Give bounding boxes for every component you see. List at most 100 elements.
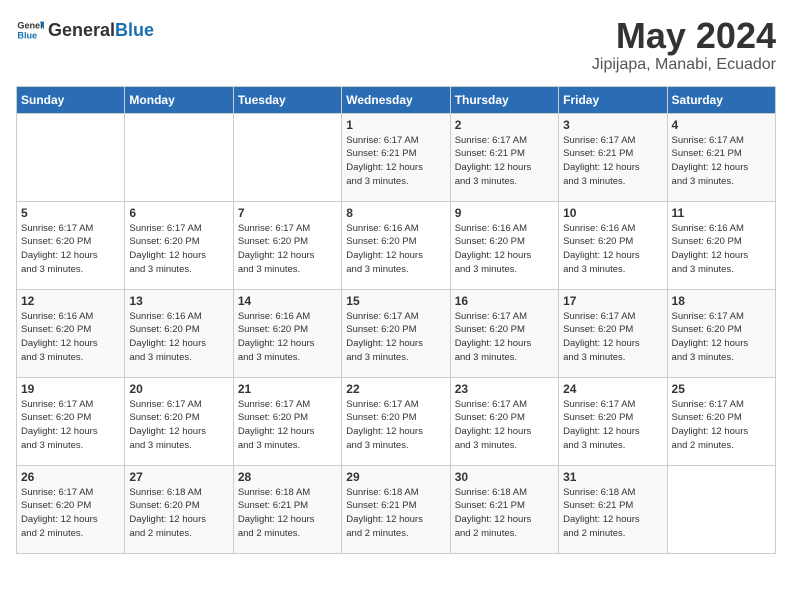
day-info: Sunrise: 6:17 AM Sunset: 6:20 PM Dayligh…	[563, 310, 662, 365]
calendar-cell: 29 Sunrise: 6:18 AM Sunset: 6:21 PM Dayli…	[342, 465, 450, 553]
svg-text:Blue: Blue	[17, 30, 37, 40]
calendar-table: SundayMondayTuesdayWednesdayThursdayFrid…	[16, 86, 776, 554]
calendar-cell: 15 Sunrise: 6:17 AM Sunset: 6:20 PM Dayli…	[342, 289, 450, 377]
calendar-cell: 25 Sunrise: 6:17 AM Sunset: 6:20 PM Dayli…	[667, 377, 775, 465]
calendar-week-5: 26 Sunrise: 6:17 AM Sunset: 6:20 PM Dayli…	[17, 465, 776, 553]
calendar-cell: 13Sunrise: 6:16 AM Sunset: 6:20 PM Dayli…	[125, 289, 233, 377]
day-number: 14	[238, 294, 337, 308]
logo-blue-text: Blue	[115, 20, 154, 41]
calendar-cell: 9Sunrise: 6:16 AM Sunset: 6:20 PM Daylig…	[450, 201, 558, 289]
calendar-cell	[667, 465, 775, 553]
calendar-cell: 2 Sunrise: 6:17 AM Sunset: 6:21 PM Daylig…	[450, 113, 558, 201]
day-info: Sunrise: 6:18 AM Sunset: 6:21 PM Dayligh…	[346, 486, 445, 541]
calendar-cell: 18Sunrise: 6:17 AM Sunset: 6:20 PM Dayli…	[667, 289, 775, 377]
calendar-cell	[125, 113, 233, 201]
day-number: 20	[129, 382, 228, 396]
calendar-cell: 26 Sunrise: 6:17 AM Sunset: 6:20 PM Dayli…	[17, 465, 125, 553]
calendar-header-row: SundayMondayTuesdayWednesdayThursdayFrid…	[17, 86, 776, 113]
day-info: Sunrise: 6:17 AM Sunset: 6:20 PM Dayligh…	[238, 222, 337, 277]
calendar-cell: 22Sunrise: 6:17 AM Sunset: 6:20 PM Dayli…	[342, 377, 450, 465]
day-number: 25	[672, 382, 771, 396]
day-number: 17	[563, 294, 662, 308]
svg-text:General: General	[17, 21, 44, 31]
calendar-cell: 27 Sunrise: 6:18 AM Sunset: 6:20 PM Dayli…	[125, 465, 233, 553]
day-info: Sunrise: 6:18 AM Sunset: 6:21 PM Dayligh…	[563, 486, 662, 541]
day-info: Sunrise: 6:17 AM Sunset: 6:20 PM Dayligh…	[455, 310, 554, 365]
calendar-body: 1 Sunrise: 6:17 AM Sunset: 6:21 PM Daylig…	[17, 113, 776, 553]
day-number: 16	[455, 294, 554, 308]
day-info: Sunrise: 6:17 AM Sunset: 6:21 PM Dayligh…	[563, 134, 662, 189]
day-number: 1	[346, 118, 445, 132]
day-number: 11	[672, 206, 771, 220]
day-number: 18	[672, 294, 771, 308]
header-day-sunday: Sunday	[17, 86, 125, 113]
title-area: May 2024 Jipijapa, Manabi, Ecuador	[592, 16, 776, 74]
day-number: 15	[346, 294, 445, 308]
calendar-cell: 31 Sunrise: 6:18 AM Sunset: 6:21 PM Dayli…	[559, 465, 667, 553]
header-day-thursday: Thursday	[450, 86, 558, 113]
calendar-cell: 16 Sunrise: 6:17 AM Sunset: 6:20 PM Dayli…	[450, 289, 558, 377]
day-info: Sunrise: 6:17 AM Sunset: 6:21 PM Dayligh…	[672, 134, 771, 189]
day-info: Sunrise: 6:18 AM Sunset: 6:20 PM Dayligh…	[129, 486, 228, 541]
calendar-cell: 1 Sunrise: 6:17 AM Sunset: 6:21 PM Daylig…	[342, 113, 450, 201]
logo-icon: General Blue	[16, 16, 44, 44]
day-number: 24	[563, 382, 662, 396]
day-info: Sunrise: 6:17 AM Sunset: 6:20 PM Dayligh…	[129, 222, 228, 277]
calendar-week-4: 19 Sunrise: 6:17 AM Sunset: 6:20 PM Dayli…	[17, 377, 776, 465]
day-info: Sunrise: 6:16 AM Sunset: 6:20 PM Dayligh…	[346, 222, 445, 277]
calendar-cell: 28Sunrise: 6:18 AM Sunset: 6:21 PM Dayli…	[233, 465, 341, 553]
day-number: 31	[563, 470, 662, 484]
day-info: Sunrise: 6:16 AM Sunset: 6:20 PM Dayligh…	[672, 222, 771, 277]
calendar-cell: 30 Sunrise: 6:18 AM Sunset: 6:21 PM Dayli…	[450, 465, 558, 553]
logo-general-text: General	[48, 20, 115, 41]
day-number: 13	[129, 294, 228, 308]
day-number: 23	[455, 382, 554, 396]
day-info: Sunrise: 6:17 AM Sunset: 6:20 PM Dayligh…	[455, 398, 554, 453]
day-info: Sunrise: 6:17 AM Sunset: 6:20 PM Dayligh…	[21, 222, 120, 277]
calendar-cell: 6 Sunrise: 6:17 AM Sunset: 6:20 PM Daylig…	[125, 201, 233, 289]
calendar-cell: 20 Sunrise: 6:17 AM Sunset: 6:20 PM Dayli…	[125, 377, 233, 465]
day-info: Sunrise: 6:17 AM Sunset: 6:21 PM Dayligh…	[455, 134, 554, 189]
day-number: 21	[238, 382, 337, 396]
header-day-saturday: Saturday	[667, 86, 775, 113]
calendar-cell: 4Sunrise: 6:17 AM Sunset: 6:21 PM Daylig…	[667, 113, 775, 201]
header-day-wednesday: Wednesday	[342, 86, 450, 113]
day-number: 9	[455, 206, 554, 220]
day-info: Sunrise: 6:17 AM Sunset: 6:20 PM Dayligh…	[238, 398, 337, 453]
page-header: General Blue General Blue May 2024 Jipij…	[16, 16, 776, 74]
day-number: 27	[129, 470, 228, 484]
calendar-week-1: 1 Sunrise: 6:17 AM Sunset: 6:21 PM Daylig…	[17, 113, 776, 201]
calendar-week-2: 5Sunrise: 6:17 AM Sunset: 6:20 PM Daylig…	[17, 201, 776, 289]
calendar-cell: 10 Sunrise: 6:16 AM Sunset: 6:20 PM Dayli…	[559, 201, 667, 289]
day-info: Sunrise: 6:18 AM Sunset: 6:21 PM Dayligh…	[455, 486, 554, 541]
day-number: 2	[455, 118, 554, 132]
calendar-cell: 8Sunrise: 6:16 AM Sunset: 6:20 PM Daylig…	[342, 201, 450, 289]
calendar-cell: 7Sunrise: 6:17 AM Sunset: 6:20 PM Daylig…	[233, 201, 341, 289]
day-info: Sunrise: 6:17 AM Sunset: 6:20 PM Dayligh…	[21, 486, 120, 541]
day-number: 19	[21, 382, 120, 396]
day-number: 30	[455, 470, 554, 484]
calendar-cell: 19Sunrise: 6:17 AM Sunset: 6:20 PM Dayli…	[17, 377, 125, 465]
header-day-monday: Monday	[125, 86, 233, 113]
page-subtitle: Jipijapa, Manabi, Ecuador	[592, 56, 776, 74]
day-number: 10	[563, 206, 662, 220]
calendar-cell: 3Sunrise: 6:17 AM Sunset: 6:21 PM Daylig…	[559, 113, 667, 201]
calendar-week-3: 12Sunrise: 6:16 AM Sunset: 6:20 PM Dayli…	[17, 289, 776, 377]
calendar-cell: 5Sunrise: 6:17 AM Sunset: 6:20 PM Daylig…	[17, 201, 125, 289]
day-number: 26	[21, 470, 120, 484]
day-info: Sunrise: 6:17 AM Sunset: 6:21 PM Dayligh…	[346, 134, 445, 189]
day-info: Sunrise: 6:16 AM Sunset: 6:20 PM Dayligh…	[563, 222, 662, 277]
day-info: Sunrise: 6:17 AM Sunset: 6:20 PM Dayligh…	[129, 398, 228, 453]
day-info: Sunrise: 6:18 AM Sunset: 6:21 PM Dayligh…	[238, 486, 337, 541]
calendar-cell: 24Sunrise: 6:17 AM Sunset: 6:20 PM Dayli…	[559, 377, 667, 465]
page-title: May 2024	[592, 16, 776, 56]
header-day-tuesday: Tuesday	[233, 86, 341, 113]
calendar-cell: 11 Sunrise: 6:16 AM Sunset: 6:20 PM Dayli…	[667, 201, 775, 289]
calendar-cell: 21 Sunrise: 6:17 AM Sunset: 6:20 PM Dayli…	[233, 377, 341, 465]
calendar-cell: 23 Sunrise: 6:17 AM Sunset: 6:20 PM Dayli…	[450, 377, 558, 465]
day-number: 6	[129, 206, 228, 220]
day-info: Sunrise: 6:17 AM Sunset: 6:20 PM Dayligh…	[346, 310, 445, 365]
day-number: 29	[346, 470, 445, 484]
day-number: 12	[21, 294, 120, 308]
day-info: Sunrise: 6:17 AM Sunset: 6:20 PM Dayligh…	[672, 398, 771, 453]
